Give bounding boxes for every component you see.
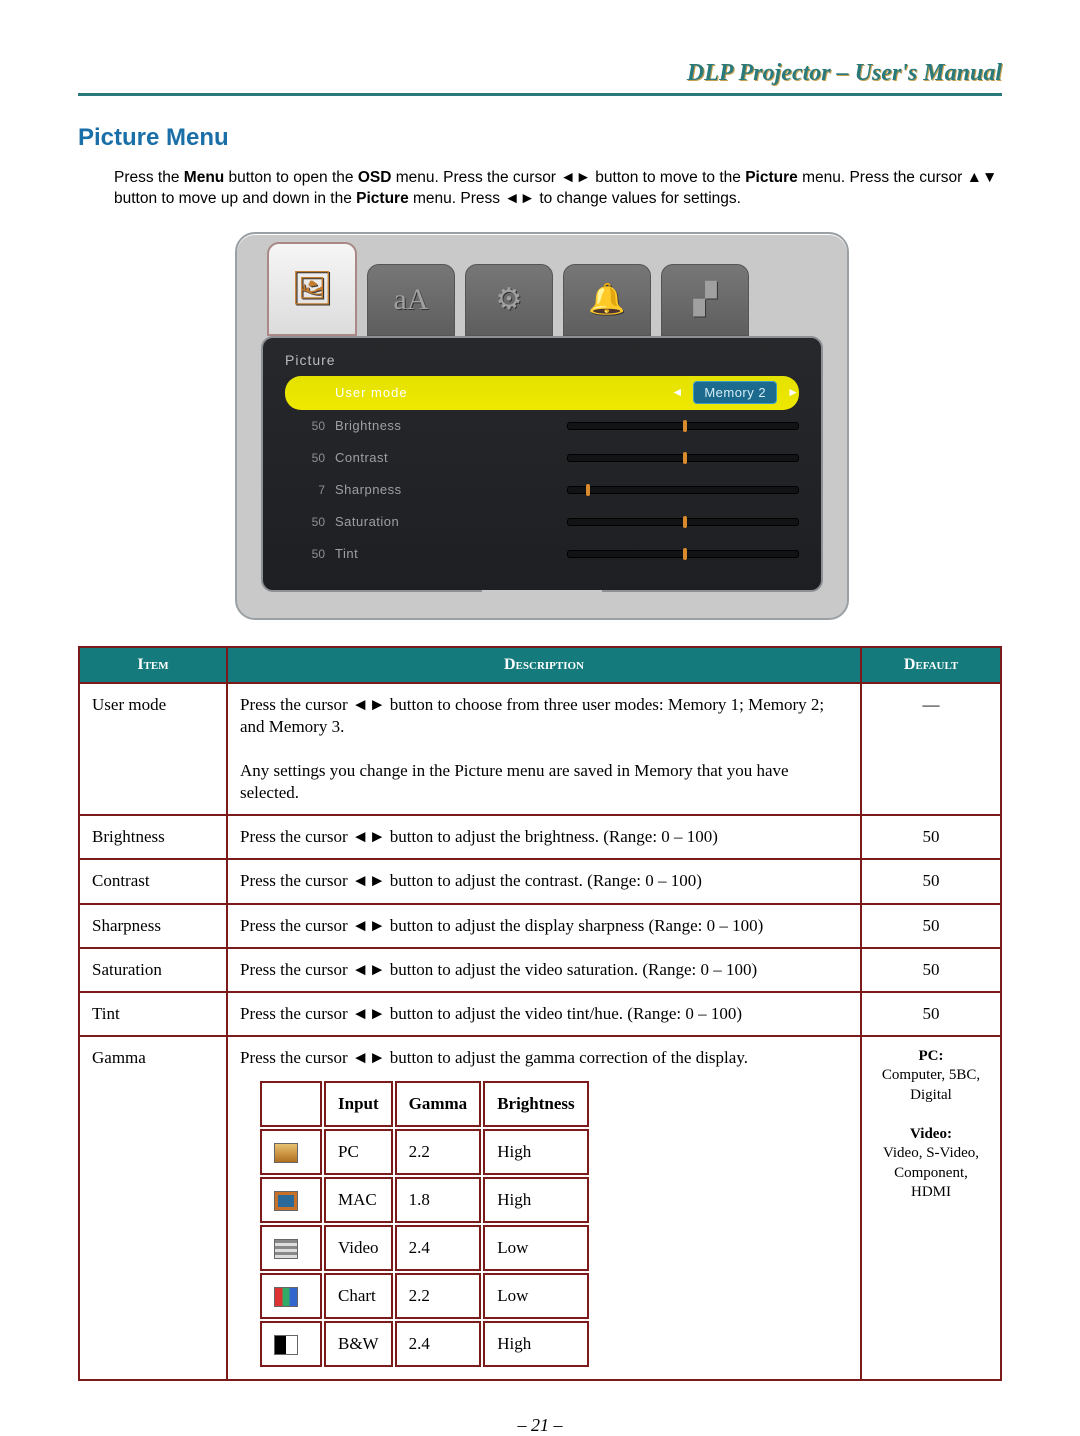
table-row: SharpnessPress the cursor ◄► button to a… [79, 904, 1001, 948]
table-row-gamma: Gamma Press the cursor ◄► button to adju… [79, 1036, 1001, 1381]
table-row: ContrastPress the cursor ◄► button to ad… [79, 859, 1001, 903]
osd-row-brightness[interactable]: 50 Brightness [285, 410, 799, 442]
th-item: Item [79, 647, 227, 683]
table-row: User mode Press the cursor ◄► button to … [79, 683, 1001, 815]
bw-icon [274, 1335, 298, 1355]
tab-picture[interactable]: 🖼 [267, 242, 357, 336]
th-default: Default [861, 647, 1001, 683]
osd-row-tint[interactable]: 50 Tint [285, 538, 799, 570]
chart-icon [274, 1287, 298, 1307]
tab-status[interactable]: ▞ [661, 264, 749, 336]
table-row: TintPress the cursor ◄► button to adjust… [79, 992, 1001, 1036]
picture-icon: 🖼 [291, 270, 333, 309]
pc-icon [274, 1143, 298, 1163]
gamma-subtable: InputGammaBrightness PC2.2High MAC1.8Hig… [258, 1079, 591, 1370]
osd-usermode-value: Memory 2 [693, 381, 777, 404]
slider[interactable] [567, 486, 799, 494]
doc-title: DLP Projector – User's Manual [78, 60, 1002, 87]
tab-config[interactable]: ⚙ [465, 264, 553, 336]
slider[interactable] [567, 550, 799, 558]
intro-paragraph: Press the Menu button to open the OSD me… [114, 168, 1002, 210]
table-row: BrightnessPress the cursor ◄► button to … [79, 815, 1001, 859]
osd-row-sharpness[interactable]: 7 Sharpness [285, 474, 799, 506]
header-rule [78, 93, 1002, 96]
slider[interactable] [567, 422, 799, 430]
video-icon [274, 1239, 298, 1259]
bell-icon: 🔔 [588, 282, 625, 317]
settings-table: Item Description Default User mode Press… [78, 646, 1002, 1382]
osd-screenshot: 🖼 aA ⚙ 🔔 ▞ Picture User mode ◄Memory 2► … [235, 232, 849, 620]
table-row: SaturationPress the cursor ◄► button to … [79, 948, 1001, 992]
th-desc: Description [227, 647, 861, 683]
gear-icon: ⚙ [496, 282, 523, 317]
mac-icon [274, 1191, 298, 1211]
text-icon: aA [394, 283, 429, 317]
page-number: – 21 – [78, 1415, 1002, 1436]
osd-row-usermode[interactable]: User mode ◄Memory 2► [285, 376, 799, 410]
osd-label: User mode [335, 385, 495, 400]
osd-title: Picture [285, 352, 799, 368]
section-title: Picture Menu [78, 124, 1002, 152]
tab-setup[interactable]: aA [367, 264, 455, 336]
slider[interactable] [567, 518, 799, 526]
squares-icon: ▞ [693, 282, 716, 317]
tab-audio[interactable]: 🔔 [563, 264, 651, 336]
osd-row-contrast[interactable]: 50 Contrast [285, 442, 799, 474]
osd-row-saturation[interactable]: 50 Saturation [285, 506, 799, 538]
slider[interactable] [567, 454, 799, 462]
